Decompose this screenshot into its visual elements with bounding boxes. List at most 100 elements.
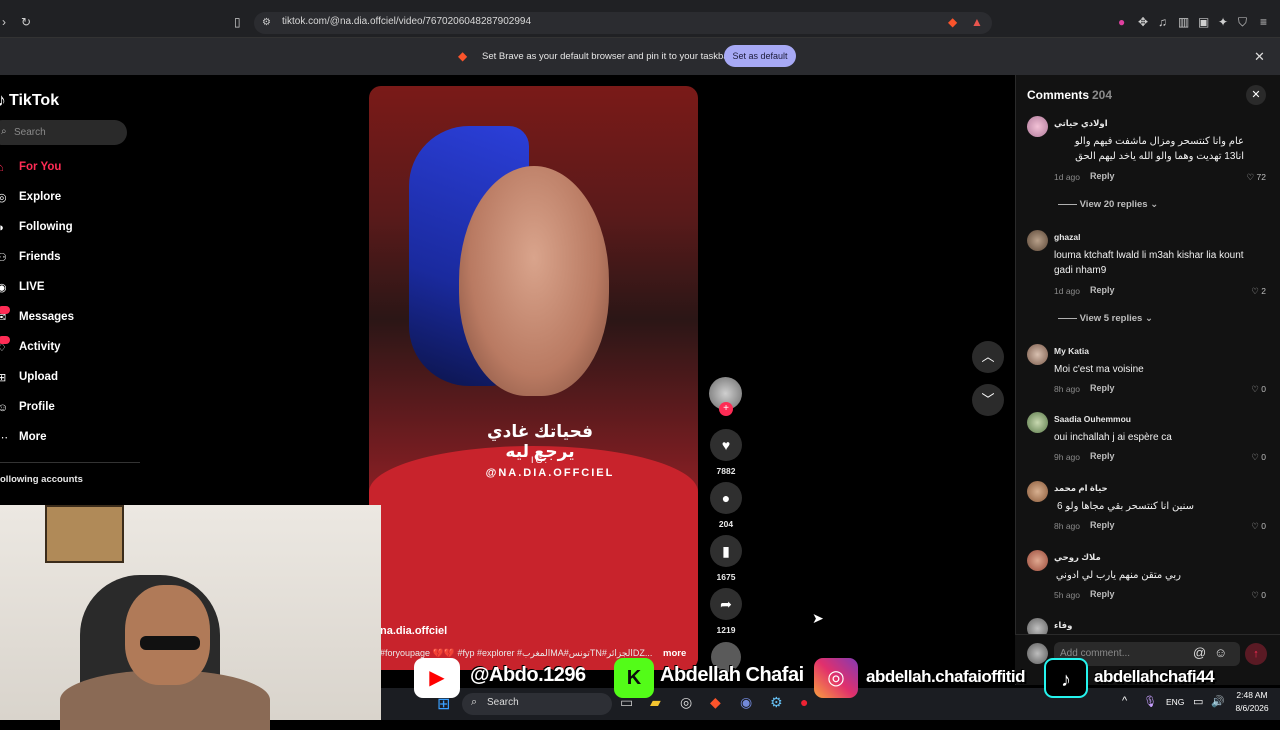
comment-like-button[interactable]: ♡ 0 — [1234, 384, 1266, 395]
comment-button[interactable]: ● — [710, 482, 742, 514]
obs-icon[interactable]: ● — [800, 694, 808, 710]
share-button[interactable]: ➦ — [710, 588, 742, 620]
taskbar-search[interactable] — [462, 693, 612, 715]
comment-time: 5h ago — [1054, 590, 1080, 600]
emoji-icon[interactable]: ☺ — [1214, 645, 1227, 660]
comment-like-button[interactable]: ♡ 2 — [1234, 286, 1266, 297]
reply-button[interactable]: Reply — [1090, 589, 1115, 599]
view-replies-label: View 5 replies — [1079, 313, 1143, 324]
mention-icon[interactable]: @ — [1193, 645, 1206, 660]
more-icon: ⋯ — [0, 432, 8, 444]
monitor-icon[interactable]: ▭ — [1193, 695, 1203, 708]
leo-ai-icon[interactable]: ✦ — [1218, 14, 1228, 30]
reply-button[interactable]: Reply — [1090, 383, 1115, 393]
comment-username[interactable]: وفاء — [1054, 620, 1072, 631]
brave-shield-icon[interactable]: ◆ — [948, 14, 957, 30]
vpn-icon[interactable]: ⛉ — [1238, 14, 1247, 30]
brave-taskbar-icon[interactable]: ◆ — [710, 694, 721, 711]
comment-username[interactable]: ملاك روحي — [1054, 552, 1101, 563]
sidebar-item-label: Activity — [19, 341, 61, 353]
media-icon[interactable]: ♫ — [1158, 14, 1167, 30]
reply-button[interactable]: Reply — [1090, 285, 1115, 295]
post-comment-button[interactable]: ↑ — [1245, 643, 1267, 665]
comment-avatar[interactable] — [1027, 230, 1048, 251]
microphone-icon[interactable]: 🎙 — [1143, 695, 1157, 708]
extensions-puzzle-icon[interactable]: ✥ — [1138, 14, 1148, 30]
reply-button[interactable]: Reply — [1090, 520, 1115, 530]
tray-chevron-icon[interactable]: ^ — [1122, 695, 1127, 707]
previous-video-button[interactable]: ︿ — [972, 341, 1004, 373]
webcam-sunglasses — [140, 636, 200, 650]
forward-icon[interactable]: › — [2, 14, 6, 30]
banner-text: Set Brave as your default browser and pi… — [482, 51, 732, 62]
close-comments-button[interactable]: ✕ — [1246, 85, 1266, 105]
bookmark-icon: ▮ — [722, 543, 730, 559]
sidebar-icon[interactable]: ▥ — [1178, 14, 1189, 30]
comment-avatar[interactable] — [1027, 116, 1048, 137]
comment-count: 204 — [718, 519, 734, 529]
like-button[interactable]: ♥ — [710, 429, 742, 461]
bookmark-icon[interactable]: ▯ — [234, 14, 241, 30]
url-text: tiktok.com/@na.dia.offciel/video/7670206… — [282, 16, 532, 27]
comment-like-button[interactable]: ♡ 0 — [1234, 590, 1266, 601]
video-author[interactable]: na.dia.offciel — [380, 625, 447, 637]
like-count: 7882 — [716, 466, 736, 476]
youtube-handle: @Abdo.1296 — [470, 664, 586, 686]
comment-username[interactable]: Saadia Ouhemmou — [1054, 414, 1131, 424]
comment-username[interactable]: حياة ام محمد — [1054, 483, 1108, 494]
site-info-icon[interactable]: ⚙ — [262, 15, 271, 31]
save-button[interactable]: ▮ — [710, 535, 742, 567]
comment-username[interactable]: اولادي حياتي — [1054, 118, 1108, 129]
comment-avatar[interactable] — [1027, 550, 1048, 571]
language-indicator[interactable]: ENG — [1166, 697, 1184, 707]
more-button[interactable]: more — [663, 648, 686, 659]
extension-icon[interactable]: ● — [1118, 14, 1125, 30]
sidebar-item-label: LIVE — [19, 281, 45, 293]
profile-icon: ☺ — [0, 402, 9, 414]
volume-icon[interactable]: 🔊 — [1211, 695, 1225, 708]
comment-username[interactable]: My Katia — [1054, 346, 1089, 356]
comment-like-button[interactable]: ♡ 72 — [1234, 172, 1266, 183]
comment-avatar[interactable] — [1027, 412, 1048, 433]
reply-button[interactable]: Reply — [1090, 171, 1115, 181]
comment-time: 8h ago — [1054, 384, 1080, 394]
clock-time[interactable]: 2:48 AM — [1232, 690, 1272, 700]
following-icon: ◑ — [0, 222, 4, 234]
video-player[interactable] — [369, 86, 698, 670]
menu-icon[interactable]: ≡ — [1260, 14, 1267, 30]
discord-icon[interactable]: ◉ — [740, 694, 752, 711]
comment-text: oui inchallah j ai espère ca — [1054, 432, 1172, 443]
next-video-button[interactable]: ﹀ — [972, 384, 1004, 416]
tiktok-logo-icon[interactable]: ♪ — [0, 90, 6, 111]
comment-like-button[interactable]: ♡ 0 — [1234, 452, 1266, 463]
view-replies-button[interactable]: —— View 5 replies ⌄ — [1058, 313, 1153, 324]
notification-badge — [0, 336, 10, 344]
comment-username[interactable]: ghazal — [1054, 232, 1080, 242]
comment-avatar[interactable] — [1027, 344, 1048, 365]
video-frame-face — [459, 166, 609, 396]
view-replies-button[interactable]: —— View 20 replies ⌄ — [1058, 199, 1158, 210]
search-placeholder: Search — [14, 127, 46, 138]
comment-time: 1d ago — [1054, 286, 1080, 296]
brave-rewards-icon[interactable]: ▲ — [971, 14, 983, 30]
steam-icon[interactable]: ⚙ — [770, 694, 783, 711]
tiktok-handle: abdellahchafi44 — [1094, 667, 1215, 686]
app-icon[interactable]: ◎ — [680, 694, 692, 711]
reply-button[interactable]: Reply — [1090, 451, 1115, 461]
follow-plus-icon[interactable]: + — [719, 402, 733, 416]
reload-icon[interactable]: ↻ — [21, 14, 31, 30]
sidebar-item-label: More — [19, 431, 47, 443]
save-count: 1675 — [716, 572, 736, 582]
comment-like-button[interactable]: ♡ 0 — [1234, 521, 1266, 532]
wallet-icon[interactable]: ▣ — [1198, 14, 1209, 30]
set-default-button[interactable]: Set as default — [724, 45, 796, 67]
close-icon[interactable]: ✕ — [1254, 49, 1265, 65]
friends-icon: ⚇ — [0, 252, 7, 264]
file-explorer-icon[interactable]: ▰ — [650, 694, 661, 711]
tiktok-logo[interactable]: TikTok — [9, 92, 59, 110]
comment-avatar[interactable] — [1027, 481, 1048, 502]
notification-badge — [0, 306, 10, 314]
sidebar-item-label: Messages — [19, 311, 74, 323]
clock-date[interactable]: 8/6/2026 — [1228, 703, 1276, 713]
compass-icon: ◎ — [0, 192, 7, 204]
